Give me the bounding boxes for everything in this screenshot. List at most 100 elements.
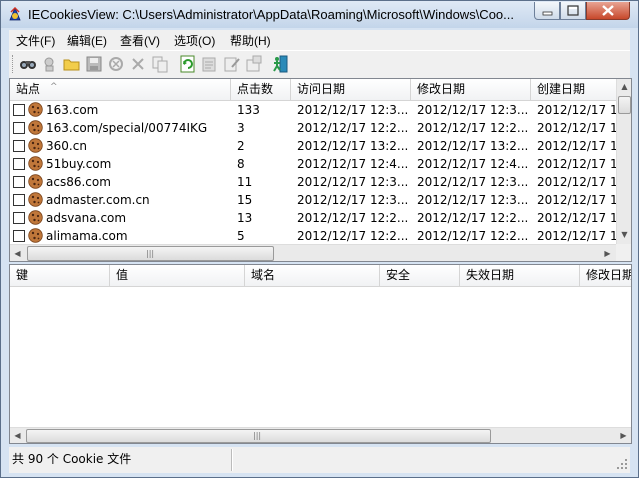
cell-hits: 11 (237, 175, 253, 189)
column-header-value[interactable]: 值 (110, 265, 245, 286)
cookie-list-vscroll[interactable]: ▲ ▼ (616, 79, 631, 244)
column-header-domain[interactable]: 域名 (245, 265, 380, 286)
scroll-left-arrow-icon[interactable]: ◀ (10, 246, 25, 261)
delete-button[interactable] (129, 55, 147, 73)
maximize-button[interactable] (560, 2, 586, 20)
cookie-row[interactable]: alimama.com 5 2012/12/17 12:2... 2012/12/17… (10, 227, 620, 245)
menu-help[interactable]: 帮助(H) (230, 32, 271, 49)
exit-button[interactable] (271, 55, 289, 73)
cell-created: 2012/12/17 12:... (537, 193, 616, 207)
minimize-button[interactable] (534, 2, 560, 20)
status-text: 共 90 个 Cookie 文件 (12, 452, 132, 466)
menu-file[interactable]: 文件(F) (16, 32, 55, 49)
reload-button[interactable] (179, 55, 197, 73)
row-checkbox[interactable] (13, 104, 25, 116)
hscroll-thumb-grip: ||| (146, 249, 155, 258)
edit-cookie-icon (224, 57, 240, 72)
cookie-icon (28, 210, 43, 225)
cookie-row[interactable]: adsvana.com 13 2012/12/17 12:2... 2012/12/1… (10, 209, 620, 227)
cookie-icon (28, 174, 43, 189)
copy-icon (152, 56, 168, 73)
save-icon (86, 56, 102, 72)
minimize-icon (542, 11, 553, 16)
save-button[interactable] (85, 55, 103, 73)
cell-modified: 2012/12/17 13:2... (417, 139, 529, 153)
cell-created: 2012/12/17 12:... (537, 175, 616, 189)
cell-created: 2012/12/17 13:... (537, 139, 616, 153)
copy-button[interactable] (151, 55, 169, 73)
detail-scroll-left-arrow-icon[interactable]: ◀ (10, 428, 25, 443)
options-icon (246, 55, 262, 72)
cookie-row[interactable]: acs86.com 11 2012/12/17 12:3... 2012/12/17 … (10, 173, 620, 191)
row-checkbox[interactable] (13, 158, 25, 170)
column-header-hits[interactable]: 点击数 (231, 79, 291, 100)
detail-list-header: 键 值 域名 安全 失效日期 修改日期 (10, 265, 631, 287)
row-checkbox[interactable] (13, 122, 25, 134)
row-checkbox[interactable] (13, 230, 25, 242)
scroll-right-arrow-icon[interactable]: ▶ (600, 246, 615, 261)
cell-modified: 2012/12/17 12:3... (417, 193, 529, 207)
menu-view[interactable]: 查看(V) (120, 32, 160, 49)
column-header-secure[interactable]: 安全 (380, 265, 460, 286)
column-header-site[interactable]: 站点 ^ (10, 79, 231, 100)
cell-site: alimama.com (46, 229, 128, 243)
edit-button[interactable] (201, 55, 219, 73)
cookie-row[interactable]: 51buy.com 8 2012/12/17 12:4... 2012/12/17 1… (10, 155, 620, 173)
cell-modified: 2012/12/17 12:2... (417, 229, 529, 243)
detail-scroll-right-arrow-icon[interactable]: ▶ (616, 428, 631, 443)
find-button[interactable] (19, 55, 37, 73)
cookie-properties-button[interactable] (41, 55, 59, 73)
cookie-row[interactable]: 163.com/special/00774IKG 3 2012/12/17 12:2… (10, 119, 620, 137)
cell-site: 163.com (46, 103, 99, 117)
status-separator (231, 449, 233, 471)
delete-icon (132, 58, 144, 70)
column-header-created[interactable]: 创建日期 (531, 79, 621, 100)
row-checkbox[interactable] (13, 212, 25, 224)
hscroll-thumb[interactable]: ||| (27, 246, 274, 261)
status-extra (235, 449, 615, 469)
edit-icon (202, 57, 216, 72)
scroll-up-arrow-icon[interactable]: ▲ (617, 79, 631, 94)
close-button[interactable] (586, 2, 630, 20)
cell-modified: 2012/12/17 12:4... (417, 157, 529, 171)
row-checkbox[interactable] (13, 176, 25, 188)
column-header-key[interactable]: 键 (10, 265, 110, 286)
menu-options[interactable]: 选项(O) (174, 32, 215, 49)
cookie-icon (28, 156, 43, 171)
cell-site: acs86.com (46, 175, 111, 189)
scroll-down-arrow-icon[interactable]: ▼ (617, 227, 631, 242)
options-button[interactable] (245, 55, 263, 73)
column-header-site-label: 站点 (16, 82, 41, 96)
scroll-corner (616, 244, 631, 261)
window-title: IECookiesView: C:\Users\Administrator\Ap… (28, 7, 514, 22)
cookie-detail-list[interactable]: 键 值 域名 安全 失效日期 修改日期 ◀ ||| ▶ (9, 264, 632, 444)
toolbar (9, 50, 630, 78)
close-icon (602, 5, 614, 16)
column-header-expires[interactable]: 失效日期 (460, 265, 580, 286)
cookie-row[interactable]: 163.com 133 2012/12/17 12:3... 2012/12/17 1… (10, 101, 620, 119)
vscroll-thumb[interactable] (618, 96, 631, 114)
resize-grip-icon[interactable] (615, 457, 629, 471)
cell-hits: 5 (237, 229, 245, 243)
open-folder-button[interactable] (63, 55, 81, 73)
cell-hits: 133 (237, 103, 260, 117)
column-header-detail-modified[interactable]: 修改日期 (580, 265, 631, 286)
cell-created: 2012/12/17 12:... (537, 229, 616, 243)
detail-list-hscroll[interactable]: ◀ ||| ▶ (10, 427, 631, 443)
cookie-list-hscroll[interactable]: ◀ ||| ▶ (10, 244, 616, 261)
cell-hits: 2 (237, 139, 245, 153)
toolbar-grip (12, 55, 16, 73)
row-checkbox[interactable] (13, 194, 25, 206)
detail-hscroll-thumb[interactable]: ||| (26, 429, 491, 443)
menu-edit[interactable]: 编辑(E) (67, 32, 107, 49)
cell-modified: 2012/12/17 12:3... (417, 175, 529, 189)
cookie-properties-icon (44, 57, 54, 72)
row-checkbox[interactable] (13, 140, 25, 152)
column-header-accessed[interactable]: 访问日期 (291, 79, 411, 100)
edit-cookie-button[interactable] (223, 55, 241, 73)
cookie-list[interactable]: 站点 ^ 点击数 访问日期 修改日期 创建日期 163.com 133 2012/1… (9, 78, 632, 262)
refresh-button[interactable] (107, 55, 125, 73)
column-header-modified[interactable]: 修改日期 (411, 79, 531, 100)
cookie-row[interactable]: admaster.com.cn 15 2012/12/17 12:3... 2012/… (10, 191, 620, 209)
cookie-row[interactable]: 360.cn 2 2012/12/17 13:2... 2012/12/17 13:2… (10, 137, 620, 155)
